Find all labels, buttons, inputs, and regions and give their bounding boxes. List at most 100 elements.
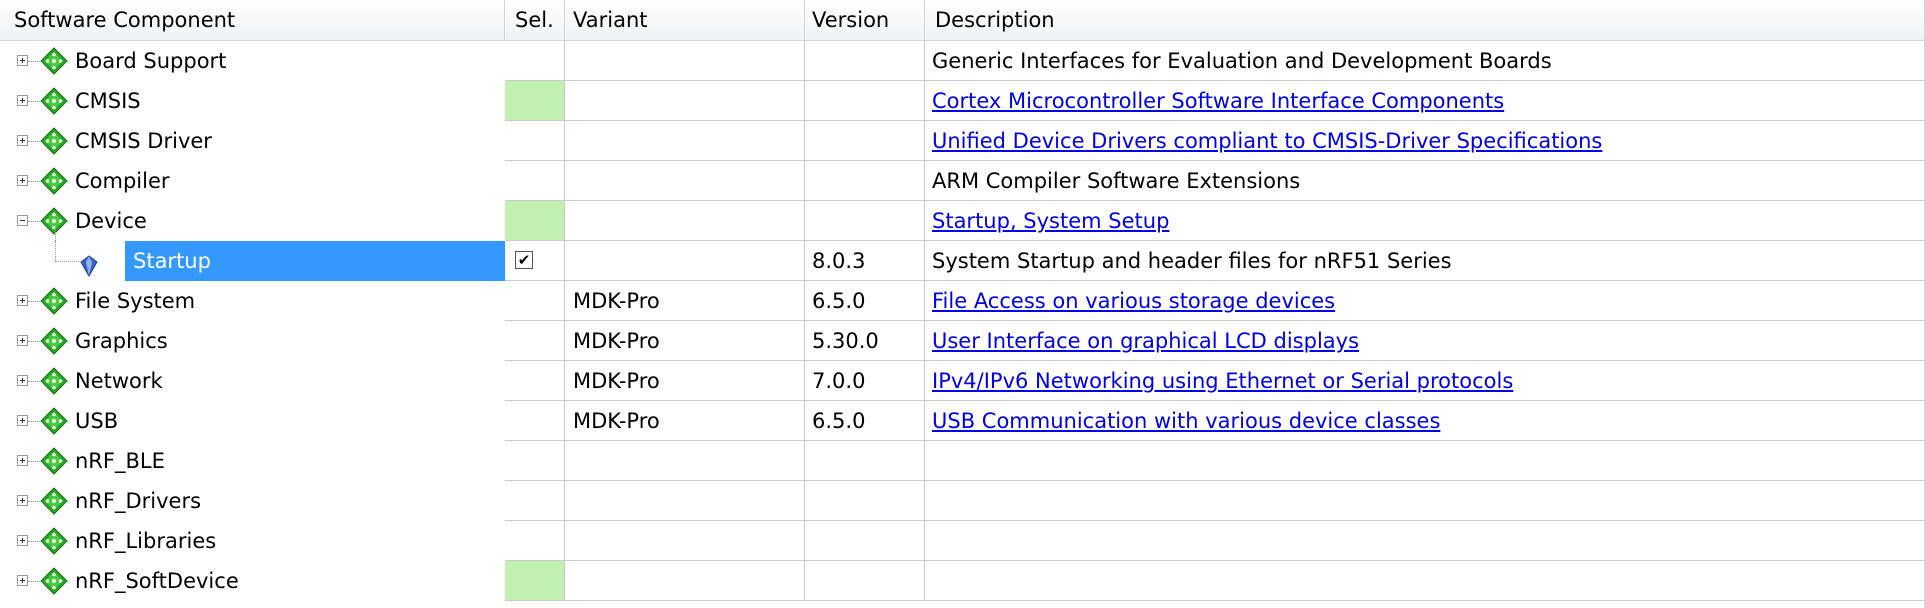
expand-plus-icon[interactable]: [17, 175, 28, 186]
sel-cell[interactable]: [505, 201, 565, 241]
variant-cell: [565, 521, 805, 561]
tree-connector-vertical: [55, 227, 56, 241]
component-row[interactable]: CMSIS Driver Unified Device Drivers compl…: [0, 121, 1926, 161]
component-cell[interactable]: nRF_BLE: [0, 441, 505, 481]
select-checkbox[interactable]: ✔: [515, 251, 533, 269]
component-row[interactable]: Network MDK-Pro 7.0.0 IPv4/IPv6 Networking …: [0, 361, 1926, 401]
header-version[interactable]: Version: [805, 0, 925, 40]
sel-cell[interactable]: [505, 361, 565, 401]
expand-plus-icon[interactable]: [17, 415, 28, 426]
component-row[interactable]: Device Startup, System Setup: [0, 201, 1926, 241]
header-description[interactable]: Description: [925, 0, 1926, 40]
component-name: nRF_BLE: [75, 449, 165, 473]
green-gem-icon: [40, 567, 68, 601]
header-software-component[interactable]: Software Component: [0, 0, 505, 40]
variant-cell: [565, 201, 805, 241]
component-row[interactable]: Graphics MDK-Pro 5.30.0 User Interface on g…: [0, 321, 1926, 361]
component-cell[interactable]: nRF_Drivers: [0, 481, 505, 521]
variant-cell[interactable]: MDK-Pro: [565, 401, 805, 441]
expand-plus-icon[interactable]: [17, 495, 28, 506]
sel-cell[interactable]: [505, 41, 565, 81]
description-text: System Startup and header files for nRF5…: [932, 249, 1452, 273]
green-gem-icon: [40, 87, 68, 121]
component-cell[interactable]: Board Support: [0, 41, 505, 81]
description-cell[interactable]: IPv4/IPv6 Networking using Ethernet or S…: [925, 361, 1926, 401]
component-cell[interactable]: Device: [0, 201, 505, 241]
description-link[interactable]: Cortex Microcontroller Software Interfac…: [932, 89, 1504, 113]
sel-cell[interactable]: [505, 561, 565, 601]
variant-cell[interactable]: MDK-Pro: [565, 281, 805, 321]
sel-cell[interactable]: [505, 401, 565, 441]
tree-connector-vertical: [55, 241, 56, 261]
variant-cell: [565, 241, 805, 281]
expand-plus-icon[interactable]: [17, 95, 28, 106]
sel-cell[interactable]: [505, 321, 565, 361]
component-row[interactable]: nRF_Libraries: [0, 521, 1926, 561]
variant-cell: [565, 81, 805, 121]
variant-cell[interactable]: MDK-Pro: [565, 361, 805, 401]
sel-cell[interactable]: [505, 481, 565, 521]
sel-cell[interactable]: [505, 121, 565, 161]
expand-plus-icon[interactable]: [17, 375, 28, 386]
component-cell[interactable]: Network: [0, 361, 505, 401]
sel-cell[interactable]: [505, 161, 565, 201]
expand-plus-icon[interactable]: [17, 575, 28, 586]
component-row[interactable]: File System MDK-Pro 6.5.0 File Access on va…: [0, 281, 1926, 321]
component-row[interactable]: nRF_BLE: [0, 441, 1926, 481]
component-cell[interactable]: nRF_SoftDevice: [0, 561, 505, 601]
component-row[interactable]: CMSIS Cortex Microcontroller Software Int…: [0, 81, 1926, 121]
component-name: File System: [75, 289, 196, 313]
component-row[interactable]: Board Support Generic Interfaces for Eval…: [0, 41, 1926, 81]
component-cell[interactable]: USB: [0, 401, 505, 441]
description-cell[interactable]: Unified Device Drivers compliant to CMSI…: [925, 121, 1926, 161]
description-cell[interactable]: Startup, System Setup: [925, 201, 1926, 241]
component-name: nRF_SoftDevice: [75, 569, 239, 593]
version-cell: 7.0.0: [805, 361, 925, 401]
component-row[interactable]: Compiler ARM Compiler Software Extensions: [0, 161, 1926, 201]
component-cell[interactable]: CMSIS Driver: [0, 121, 505, 161]
description-cell[interactable]: USB Communication with various device cl…: [925, 401, 1926, 441]
description-link[interactable]: File Access on various storage devices: [932, 289, 1335, 313]
component-row[interactable]: nRF_Drivers: [0, 481, 1926, 521]
expand-plus-icon[interactable]: [17, 55, 28, 66]
component-cell[interactable]: Compiler: [0, 161, 505, 201]
expand-plus-icon[interactable]: [17, 335, 28, 346]
sel-cell[interactable]: [505, 441, 565, 481]
expand-plus-icon[interactable]: [17, 295, 28, 306]
description-cell[interactable]: Cortex Microcontroller Software Interfac…: [925, 81, 1926, 121]
header-variant[interactable]: Variant: [565, 0, 805, 40]
description-link[interactable]: Startup, System Setup: [932, 209, 1169, 233]
description-cell[interactable]: File Access on various storage devices: [925, 281, 1926, 321]
sel-cell[interactable]: ✔: [505, 241, 565, 281]
column-header-bar: Software Component Sel. Variant Version …: [0, 0, 1926, 41]
expand-plus-icon[interactable]: [17, 455, 28, 466]
component-cell[interactable]: Graphics: [0, 321, 505, 361]
variant-cell: [565, 441, 805, 481]
expand-plus-icon[interactable]: [17, 135, 28, 146]
version-cell: [805, 481, 925, 521]
component-cell[interactable]: nRF_Libraries: [0, 521, 505, 561]
component-cell[interactable]: CMSIS: [0, 81, 505, 121]
description-link[interactable]: IPv4/IPv6 Networking using Ethernet or S…: [932, 369, 1513, 393]
component-row[interactable]: USB MDK-Pro 6.5.0 USB Communication with va…: [0, 401, 1926, 441]
component-row[interactable]: Startup ✔ 8.0.3 System Startup and header f…: [0, 241, 1926, 281]
description-link[interactable]: User Interface on graphical LCD displays: [932, 329, 1359, 353]
component-cell[interactable]: Startup: [0, 241, 505, 281]
component-name: USB: [75, 409, 119, 433]
component-row[interactable]: nRF_SoftDevice: [0, 561, 1926, 601]
variant-cell[interactable]: MDK-Pro: [565, 321, 805, 361]
collapse-minus-icon[interactable]: [17, 215, 28, 226]
sel-cell[interactable]: [505, 281, 565, 321]
header-sel[interactable]: Sel.: [505, 0, 565, 40]
component-name: Startup: [133, 249, 211, 273]
description-cell[interactable]: User Interface on graphical LCD displays: [925, 321, 1926, 361]
expand-plus-icon[interactable]: [17, 535, 28, 546]
green-gem-icon: [40, 487, 68, 521]
component-cell[interactable]: File System: [0, 281, 505, 321]
description-link[interactable]: USB Communication with various device cl…: [932, 409, 1440, 433]
green-gem-icon: [40, 407, 68, 441]
sel-cell[interactable]: [505, 521, 565, 561]
description-link[interactable]: Unified Device Drivers compliant to CMSI…: [932, 129, 1602, 153]
description-cell: [925, 561, 1926, 601]
sel-cell[interactable]: [505, 81, 565, 121]
